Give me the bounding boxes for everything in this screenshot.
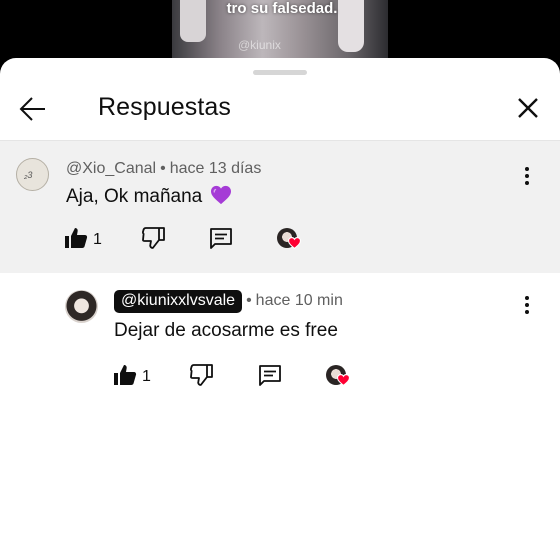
- purple-heart-icon: [210, 185, 231, 205]
- meta-separator: •: [246, 292, 252, 309]
- creator-heart-badge: [277, 228, 301, 250]
- comment-parent: ₂3 @Xio_Canal • hace 13 días Aja, Ok mañan…: [0, 141, 560, 273]
- like-count: 1: [93, 231, 102, 248]
- reply-meta: @kiunixxlvsvale • hace 10 min: [114, 290, 343, 313]
- back-button[interactable]: [18, 94, 48, 124]
- comment-text-content: Aja, Ok mañana: [66, 186, 203, 207]
- comment-text: Aja, Ok mañana: [66, 185, 232, 208]
- reply-comment-icon: [259, 365, 281, 386]
- drag-handle[interactable]: [253, 70, 307, 75]
- more-dot: [525, 310, 529, 314]
- creator-heart-badge: [326, 365, 350, 387]
- avatar-scribble: ₂3: [24, 170, 33, 180]
- reply-button[interactable]: [258, 364, 282, 393]
- arrow-left-icon: [19, 97, 45, 121]
- thumbs-up-icon: [114, 365, 137, 385]
- close-button[interactable]: [514, 94, 542, 122]
- thumbs-down-icon: [142, 227, 165, 249]
- reply-text: Dejar de acosarme es free: [114, 320, 338, 341]
- more-dot: [525, 181, 529, 185]
- thumbs-down-icon: [190, 364, 213, 386]
- dislike-button[interactable]: [142, 227, 166, 254]
- creator-author-chip[interactable]: @kiunixxlvsvale: [114, 290, 243, 313]
- meta-separator: •: [160, 160, 166, 177]
- more-vertical-icon: [525, 167, 529, 171]
- like-button[interactable]: [64, 227, 88, 254]
- avatar[interactable]: ₂3: [16, 158, 49, 191]
- creator-heart-icon: [288, 237, 301, 249]
- avatar[interactable]: [65, 290, 98, 323]
- more-dot: [525, 303, 529, 307]
- comment-meta: @Xio_Canal • hace 13 días: [66, 160, 261, 178]
- comment-author[interactable]: @Xio_Canal: [66, 160, 156, 177]
- video-caption: tro su falsedad.: [226, 0, 338, 17]
- more-options-button[interactable]: [521, 294, 533, 318]
- reply-time: hace 10 min: [255, 292, 343, 309]
- close-icon: [518, 98, 538, 118]
- thumbs-up-icon: [65, 228, 88, 248]
- sheet-header: Respuestas: [0, 82, 560, 140]
- reply-button[interactable]: [209, 227, 233, 256]
- more-vertical-icon: [525, 296, 529, 300]
- more-dot: [525, 174, 529, 178]
- video-shape-left: [180, 0, 206, 42]
- like-button[interactable]: [113, 364, 137, 391]
- creator-heart-icon: [337, 374, 350, 386]
- page-title: Respuestas: [98, 93, 232, 121]
- comment-time: hace 13 días: [169, 160, 262, 177]
- more-options-button[interactable]: [521, 165, 533, 189]
- like-count: 1: [142, 368, 151, 385]
- reply-comment-icon: [210, 228, 232, 249]
- dislike-button[interactable]: [190, 364, 214, 391]
- replies-sheet: Respuestas ₂3 @Xio_Canal • hace 13 días Aj…: [0, 58, 560, 560]
- video-watermark: @kiunix: [238, 38, 281, 52]
